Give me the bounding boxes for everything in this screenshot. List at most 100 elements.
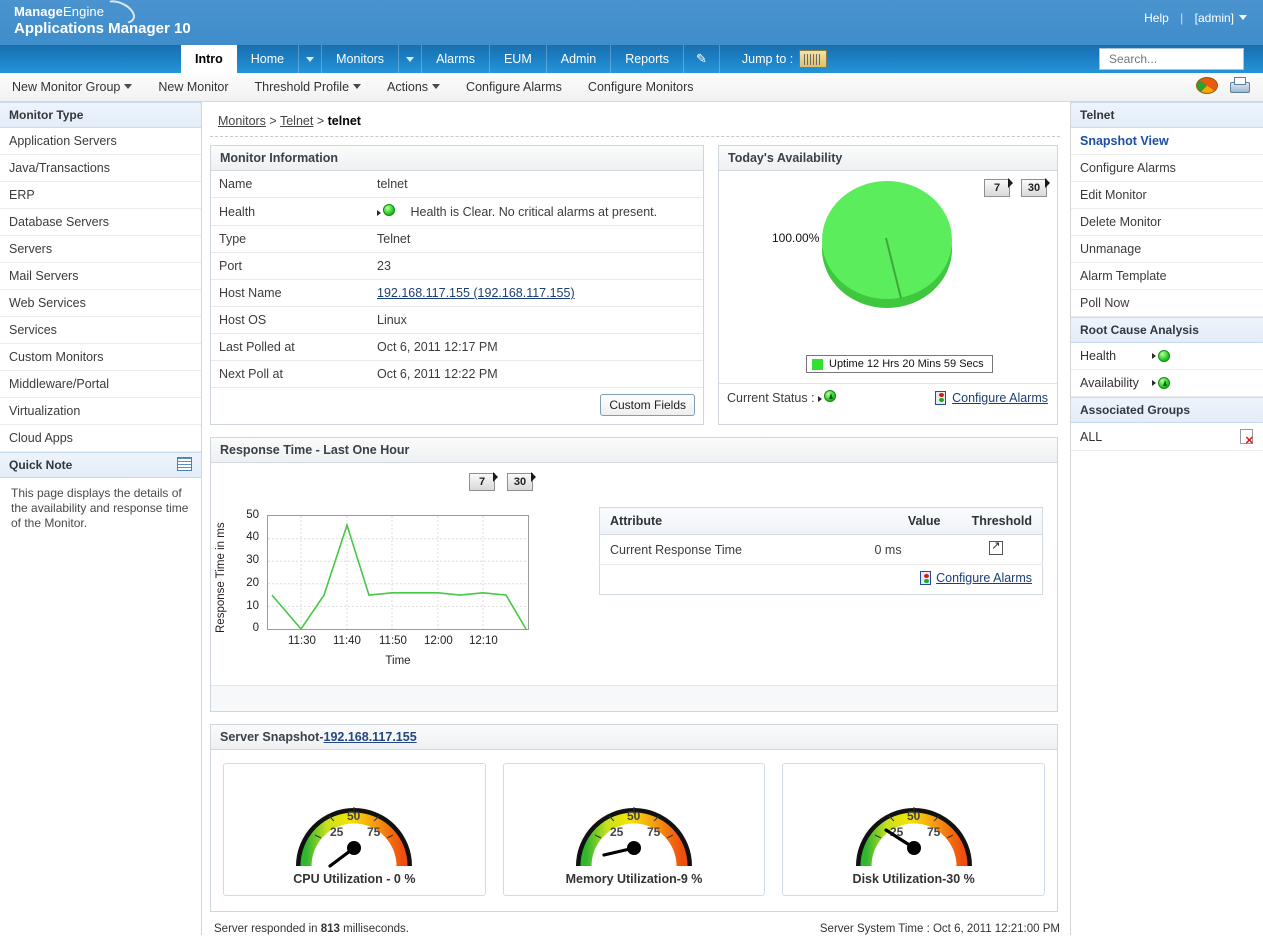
svg-text:25: 25 — [610, 825, 624, 839]
response-time-7day-button[interactable]: 7 — [469, 473, 495, 491]
sidebar-item-database-servers[interactable]: Database Servers — [0, 209, 201, 236]
sidebar-item-custom-monitors[interactable]: Custom Monitors — [0, 344, 201, 371]
green-clear-icon[interactable] — [383, 204, 395, 216]
toolbar-configure-monitors[interactable]: Configure Monitors — [588, 80, 694, 94]
arrow-right-icon — [377, 210, 381, 216]
tab-admin[interactable]: Admin — [547, 45, 611, 73]
sidebar-item-virtualization[interactable]: Virtualization — [0, 398, 201, 425]
sidebar-item-middleware-portal[interactable]: Middleware/Portal — [0, 371, 201, 398]
banner-separator: | — [1180, 11, 1183, 25]
sidebar-item-servers[interactable]: Servers — [0, 236, 201, 263]
availability-configure-alarms[interactable]: Configure Alarms — [935, 391, 1048, 405]
sidebar-item-delete-monitor[interactable]: Delete Monitor — [1071, 209, 1263, 236]
toolbar-threshold-profile[interactable]: Threshold Profile — [255, 80, 362, 94]
configure-alarms-link[interactable]: Configure Alarms — [936, 571, 1032, 585]
chart-x-axis-label: Time — [267, 655, 529, 667]
sidebar-item-unmanage[interactable]: Unmanage — [1071, 236, 1263, 263]
delete-group-icon[interactable] — [1240, 429, 1253, 444]
arrow-right-icon — [1152, 353, 1156, 359]
search-input[interactable] — [1107, 51, 1263, 67]
toolbar-label: New Monitor — [158, 80, 228, 94]
green-up-status-icon[interactable] — [824, 390, 836, 402]
sidebar-item-alarm-template[interactable]: Alarm Template — [1071, 263, 1263, 290]
attribute-value: 0 ms — [865, 535, 951, 565]
configure-alarms-link[interactable]: Configure Alarms — [952, 391, 1048, 405]
memory-gauge-label: Memory Utilization-9 % — [504, 872, 765, 886]
current-status: Current Status : — [727, 390, 836, 405]
sidebar-item-web-services[interactable]: Web Services — [0, 290, 201, 317]
sidebar-item-application-servers[interactable]: Application Servers — [0, 128, 201, 155]
jump-to-icon[interactable] — [799, 50, 827, 68]
chevron-down-icon[interactable] — [1239, 15, 1247, 20]
custom-fields-button[interactable]: Custom Fields — [600, 394, 695, 416]
sidebar-item-services[interactable]: Services — [0, 317, 201, 344]
page-footer: Server responded in 813 milliseconds. Se… — [202, 912, 1070, 935]
rca-row-availability[interactable]: Availability — [1071, 370, 1263, 397]
tab-intro[interactable]: Intro — [181, 45, 237, 73]
tab-alarms[interactable]: Alarms — [422, 45, 490, 73]
toolbar-new-monitor[interactable]: New Monitor — [158, 80, 228, 94]
search-box[interactable] — [1099, 48, 1244, 70]
sidebar-item-cloud-apps[interactable]: Cloud Apps — [0, 425, 201, 452]
toolbar-new-monitor-group[interactable]: New Monitor Group — [12, 80, 132, 94]
sidebar-item-java-transactions[interactable]: Java/Transactions — [0, 155, 201, 182]
right-sidebar-header: Telnet — [1071, 102, 1263, 128]
toolbar-actions[interactable]: Actions — [387, 80, 440, 94]
sidebar-item-edit-monitor[interactable]: Edit Monitor — [1071, 182, 1263, 209]
svg-text:75: 75 — [927, 825, 941, 839]
printer-icon[interactable] — [1228, 77, 1250, 95]
row-value-host: 192.168.117.155 (192.168.117.155) — [369, 280, 703, 307]
traffic-light-icon — [935, 391, 946, 405]
responded-ms: 813 — [321, 923, 340, 935]
sidebar-item-mail-servers[interactable]: Mail Servers — [0, 263, 201, 290]
row-key: Health — [211, 198, 369, 226]
monitor-information-panel: Monitor Information Name telnet Health H… — [210, 145, 704, 425]
row-key: Type — [211, 226, 369, 253]
gauge-row: 25 50 75 CPU Utilization - 0 % — [211, 750, 1057, 911]
breadcrumb-monitors[interactable]: Monitors — [218, 114, 266, 128]
sidebar-item-snapshot-view[interactable]: Snapshot View — [1071, 128, 1263, 155]
jump-to-control[interactable]: Jump to : — [742, 45, 827, 73]
group-row-all[interactable]: ALL — [1071, 423, 1263, 451]
green-up-icon[interactable] — [1158, 377, 1170, 389]
attr-configure-alarms[interactable]: Configure Alarms — [920, 571, 1032, 585]
top-row: Monitor Information Name telnet Health H… — [202, 137, 1070, 425]
quick-note-header: Quick Note — [0, 452, 201, 478]
row-value: telnet — [369, 171, 703, 198]
tab-home[interactable]: Home — [237, 45, 299, 73]
tab-home-dropdown[interactable] — [299, 45, 322, 73]
tab-monitors-dropdown[interactable] — [399, 45, 422, 73]
table-row: Next Poll at Oct 6, 2011 12:22 PM — [211, 361, 703, 388]
toolbar-label: Configure Monitors — [588, 80, 694, 94]
threshold-edit-icon[interactable] — [989, 541, 1003, 555]
server-snapshot-panel: Server Snapshot-192.168.117.155 — [210, 724, 1058, 912]
tab-alarms-label: Alarms — [436, 52, 475, 66]
col-value: Value — [865, 508, 951, 535]
help-link[interactable]: Help — [1144, 11, 1169, 25]
breadcrumb-sep: > — [269, 114, 276, 128]
host-name-link[interactable]: 192.168.117.155 (192.168.117.155) — [377, 286, 575, 300]
toolbar-configure-alarms[interactable]: Configure Alarms — [466, 80, 562, 94]
note-list-icon[interactable] — [177, 457, 192, 471]
toolbar-label: Threshold Profile — [255, 80, 350, 94]
tab-eum[interactable]: EUM — [490, 45, 547, 73]
response-time-title: Response Time - Last One Hour — [211, 438, 1057, 463]
chevron-down-icon — [353, 84, 361, 89]
responded-prefix: Server responded in — [214, 923, 318, 935]
breadcrumb-telnet-type[interactable]: Telnet — [280, 114, 313, 128]
response-time-30day-button[interactable]: 30 — [507, 473, 533, 491]
tab-reports[interactable]: Reports — [611, 45, 684, 73]
brand-manage: Manage — [14, 4, 63, 19]
pie-graphic[interactable] — [822, 181, 952, 303]
sidebar-item-erp[interactable]: ERP — [0, 182, 201, 209]
sidebar-item-poll-now[interactable]: Poll Now — [1071, 290, 1263, 317]
pie-report-icon[interactable] — [1196, 77, 1218, 94]
user-menu[interactable]: [admin] — [1195, 11, 1234, 25]
snapshot-host-link[interactable]: 192.168.117.155 — [324, 730, 417, 744]
sidebar-item-configure-alarms[interactable]: Configure Alarms — [1071, 155, 1263, 182]
rca-row-health[interactable]: Health — [1071, 343, 1263, 370]
tab-monitors[interactable]: Monitors — [322, 45, 399, 73]
edit-pencil-icon[interactable]: ✎ — [684, 45, 720, 73]
breadcrumb-current: telnet — [328, 114, 361, 128]
green-clear-icon[interactable] — [1158, 350, 1170, 362]
